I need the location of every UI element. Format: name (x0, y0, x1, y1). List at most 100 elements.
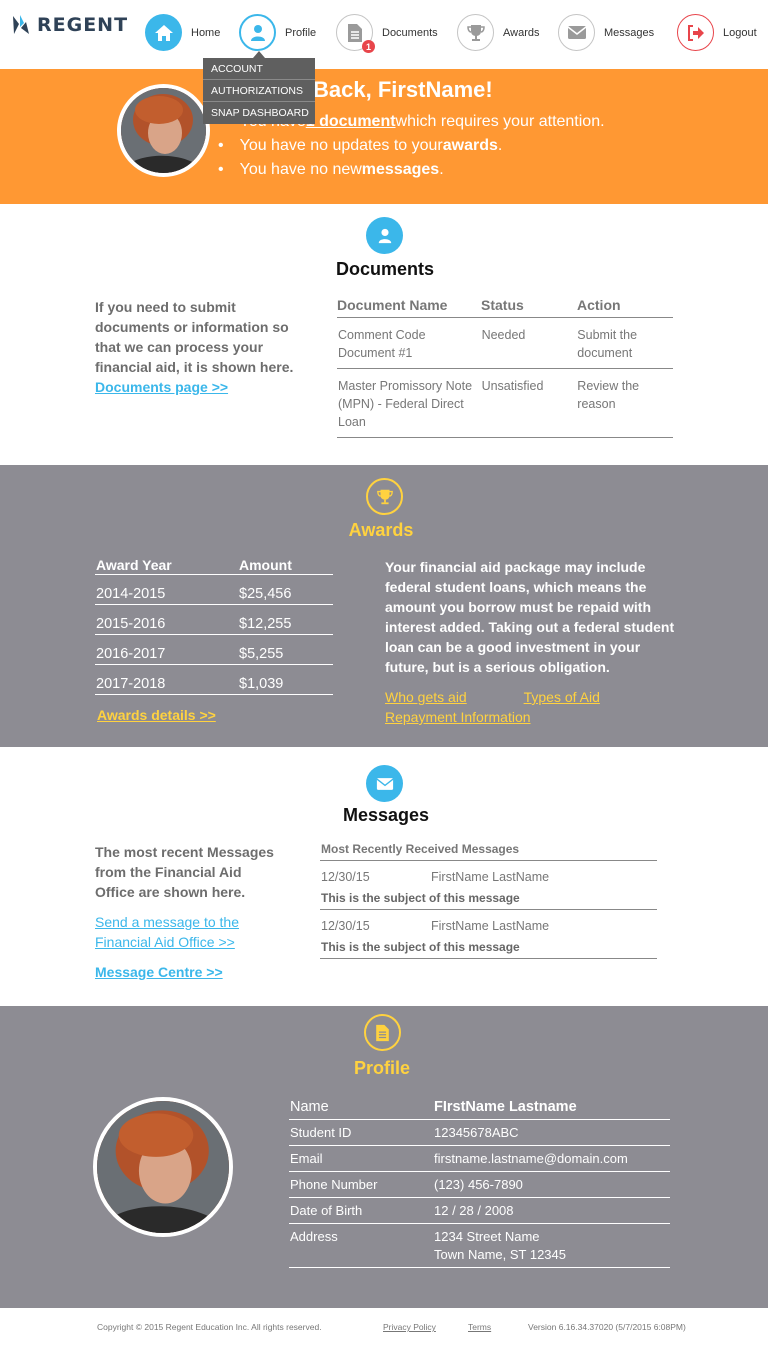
profile-row-student-id: Student ID 12345678ABC (289, 1120, 670, 1146)
address-line-1: 1234 Street Name (434, 1229, 540, 1244)
column-header: Status (481, 297, 524, 313)
awards-details-link[interactable]: Awards details >> (97, 707, 216, 723)
message-date: 12/30/15 (321, 870, 370, 884)
send-message-link[interactable]: Send a message to the Financial Aid Offi… (95, 912, 285, 952)
table-header: Award Year Amount (95, 557, 333, 575)
envelope-icon (558, 14, 595, 51)
field-value: firstname.lastname@domain.com (434, 1151, 628, 1166)
nav-messages-label: Messages (604, 26, 655, 39)
nav-documents[interactable]: 1 Documents (336, 14, 438, 53)
welcome-title: Back, FirstName! (313, 77, 493, 102)
message-sender: FirstName LastName (431, 870, 550, 884)
documents-title: Documents (335, 259, 434, 279)
profile-section: Profile Name FIrstName Lastname Student I… (0, 1006, 768, 1308)
nav-awards[interactable]: Awards (457, 14, 539, 51)
field-label: Date of Birth (290, 1203, 363, 1218)
profile-dropdown-menu: ACCOUNT AUTHORIZATIONS SNAP DASHBOARD (203, 51, 315, 124)
nav-home[interactable]: Home (145, 14, 220, 51)
documents-table: Document Name Status Action Comment Code… (337, 297, 673, 438)
messages-section: Messages The most recent Messages from t… (0, 747, 768, 1006)
column-header: Award Year (96, 557, 172, 573)
logout-icon (677, 14, 714, 51)
award-amount: $5,255 (239, 646, 284, 662)
menu-item-account[interactable]: ACCOUNT (203, 58, 315, 80)
awards-section: Awards Award Year Amount 2014-2015 $25,45… (0, 465, 768, 747)
document-notice-link[interactable]: 1 document (306, 113, 396, 131)
nav-profile[interactable]: Profile (239, 14, 316, 51)
document-icon (364, 1014, 401, 1051)
awards-info-text: Your financial aid package may include f… (385, 559, 675, 675)
menu-item-authorizations[interactable]: AUTHORIZATIONS (203, 80, 315, 102)
address-line-2: Town Name, ST 12345 (434, 1247, 566, 1262)
message-row[interactable]: 12/30/15 FirstName LastName This is the s… (320, 910, 657, 959)
award-year: 2017-2018 (96, 676, 166, 692)
home-icon (145, 14, 182, 51)
avatar (117, 84, 210, 177)
welcome-banner: Back, FirstName! You have 1 document whi… (0, 69, 768, 204)
document-icon: 1 (336, 14, 375, 53)
awards-title: Awards (348, 520, 414, 540)
top-nav: REGENT Home Profile 1 Documents Awards M… (0, 0, 768, 69)
messages-intro-text: The most recent Messages from the Financ… (95, 844, 274, 900)
table-row: 2015-2016 $12,255 (95, 605, 333, 635)
trophy-icon (457, 14, 494, 51)
document-status: Unsatisfied (481, 379, 544, 393)
profile-row-address: Address 1234 Street Name Town Name, ST 123… (289, 1224, 670, 1268)
brand-name: REGENT (37, 14, 129, 36)
envelope-icon (366, 765, 403, 802)
award-year: 2015-2016 (96, 616, 166, 632)
message-row[interactable]: 12/30/15 FirstName LastName This is the s… (320, 861, 657, 910)
messages-notice-bold: messages (361, 161, 440, 178)
column-header: Action (577, 297, 621, 313)
table-row: 2017-2018 $1,039 (95, 665, 333, 695)
document-action: Review the reason (577, 379, 640, 411)
documents-page-link[interactable]: Documents page >> (95, 379, 228, 395)
profile-title: Profile (353, 1058, 410, 1078)
documents-section: Documents If you need to submit document… (0, 204, 768, 465)
award-year: 2014-2015 (96, 586, 166, 602)
privacy-policy-link[interactable]: Privacy Policy (383, 1322, 436, 1332)
field-label: Email (290, 1151, 323, 1166)
award-amount: $12,255 (239, 616, 292, 632)
regent-logo[interactable]: REGENT (11, 14, 128, 36)
messages-intro: The most recent Messages from the Financ… (95, 842, 285, 982)
awards-notice-bold: awards (442, 137, 498, 154)
field-label: Name (290, 1099, 329, 1115)
messages-table: Most Recently Received Messages 12/30/15… (320, 842, 657, 959)
who-gets-aid-link[interactable]: Who gets aid (385, 689, 467, 705)
documents-badge: 1 (362, 40, 375, 53)
copyright-text: Copyright © 2015 Regent Education Inc. A… (97, 1322, 322, 1332)
award-amount: $25,456 (239, 586, 292, 602)
table-row[interactable]: Master Promissory Note (MPN) - Federal D… (337, 369, 673, 438)
terms-link[interactable]: Terms (468, 1322, 491, 1332)
profile-row-name: Name FIrstName Lastname (289, 1097, 670, 1120)
repayment-info-link[interactable]: Repayment Information (385, 709, 531, 725)
message-sender: FirstName LastName (431, 919, 550, 933)
awards-notice: You have no updates to your awards. (218, 134, 605, 158)
award-amount: $1,039 (239, 676, 284, 692)
table-header: Most Recently Received Messages (320, 842, 657, 861)
messages-notice: You have no new messages. (218, 158, 605, 182)
field-label: Phone Number (290, 1177, 378, 1192)
nav-logout-label: Logout (723, 26, 757, 39)
field-value: (123) 456-7890 (434, 1177, 523, 1192)
nav-logout[interactable]: Logout (677, 14, 757, 51)
message-subject: This is the subject of this message (321, 891, 520, 905)
message-centre-link[interactable]: Message Centre >> (95, 962, 285, 982)
footer: Copyright © 2015 Regent Education Inc. A… (0, 1308, 768, 1354)
user-icon (366, 217, 403, 254)
column-header: Document Name (337, 297, 448, 313)
document-name: Master Promissory Note (MPN) - Federal D… (338, 379, 473, 429)
profile-row-dob: Date of Birth 12 / 28 / 2008 (289, 1198, 670, 1224)
messages-title: Messages (342, 805, 430, 825)
types-of-aid-link[interactable]: Types of Aid (524, 689, 600, 705)
field-label: Address (290, 1229, 338, 1244)
message-subject: This is the subject of this message (321, 940, 520, 954)
nav-messages[interactable]: Messages (558, 14, 654, 51)
message-date: 12/30/15 (321, 919, 370, 933)
table-row[interactable]: Comment Code Document #1 Needed Submit t… (337, 318, 673, 369)
document-notice-suffix: which requires your attention. (395, 113, 605, 130)
menu-item-snap-dashboard[interactable]: SNAP DASHBOARD (203, 102, 315, 124)
version-text: Version 6.16.34.37020 (5/7/2015 6:08PM) (528, 1322, 686, 1332)
user-icon (239, 14, 276, 51)
